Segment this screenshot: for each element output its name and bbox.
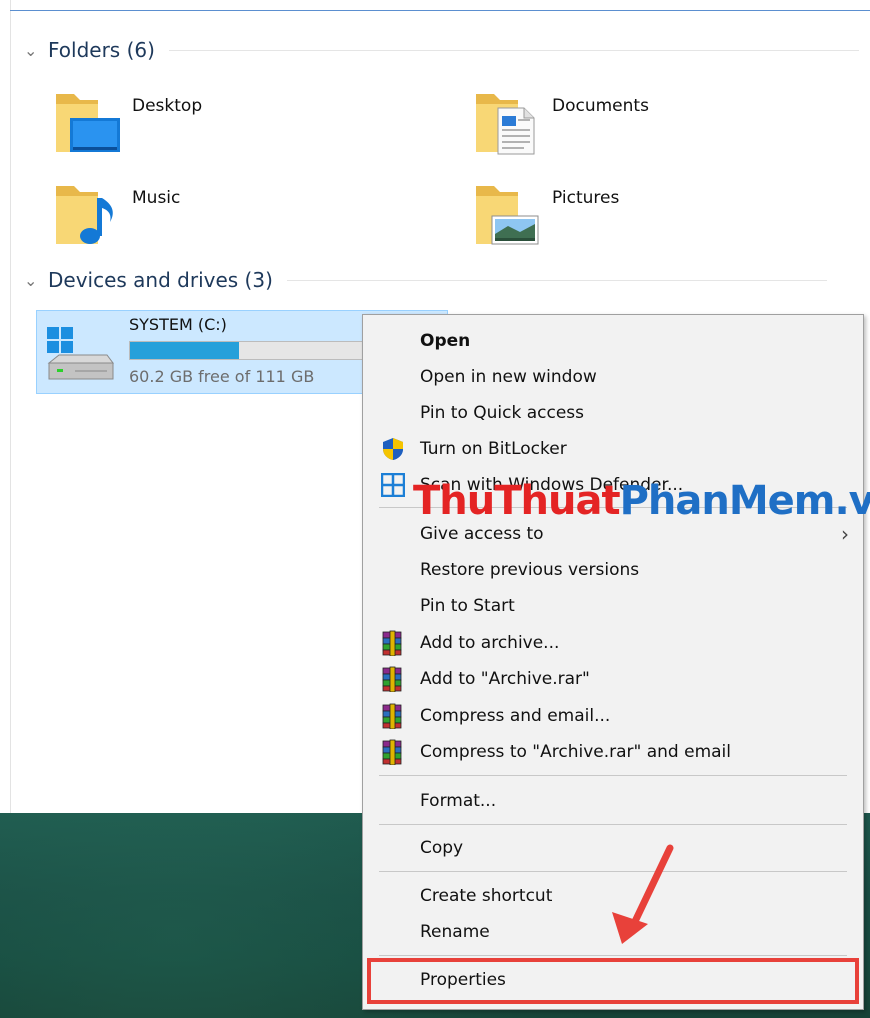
folder-name: Desktop bbox=[132, 96, 203, 116]
menu-separator bbox=[379, 775, 847, 776]
submenu-arrow-icon: › bbox=[841, 522, 849, 546]
pictures-folder-icon bbox=[476, 186, 539, 245]
menu-item-label: Rename bbox=[420, 922, 490, 942]
menu-item-open[interactable]: Open bbox=[363, 323, 863, 359]
folder-name: Documents bbox=[552, 96, 649, 116]
red-pointer-arrow-icon bbox=[612, 844, 674, 944]
menu-item-label: Compress to "Archive.rar" and email bbox=[420, 742, 732, 762]
folder-documents[interactable]: Documents bbox=[474, 90, 649, 156]
folder-pictures[interactable]: Pictures bbox=[474, 182, 619, 248]
folder-desktop[interactable]: Desktop bbox=[54, 90, 202, 156]
menu-item-format[interactable]: Format... bbox=[363, 783, 863, 819]
drive-free-space: 60.2 GB free of 111 GB bbox=[129, 367, 315, 386]
menu-item-compress-rar-email[interactable]: Compress to "Archive.rar" and email bbox=[363, 734, 863, 770]
winrar-icon bbox=[379, 629, 407, 657]
group-label: Folders (6) bbox=[48, 38, 155, 62]
menu-item-restore-versions[interactable]: Restore previous versions bbox=[363, 552, 863, 588]
folder-name: Music bbox=[132, 188, 181, 208]
chevron-down-icon: ⌄ bbox=[24, 40, 38, 60]
watermark-part-1: ThuThuat bbox=[413, 478, 621, 524]
drive-name: SYSTEM (C:) bbox=[129, 315, 227, 334]
menu-item-add-archive-rar[interactable]: Add to "Archive.rar" bbox=[363, 661, 863, 697]
menu-item-label: Create shortcut bbox=[420, 886, 553, 906]
watermark-logo: ThuThuatPhanMem.vn bbox=[413, 478, 870, 524]
menu-item-label: Add to archive... bbox=[420, 633, 560, 653]
menu-item-label: Compress and email... bbox=[420, 706, 611, 726]
menu-separator bbox=[379, 824, 847, 825]
group-divider bbox=[168, 49, 859, 51]
properties-highlight-box bbox=[367, 958, 859, 1004]
documents-folder-icon bbox=[476, 94, 535, 155]
winrar-icon bbox=[379, 702, 407, 730]
folder-name: Pictures bbox=[552, 188, 620, 208]
menu-item-label: Turn on BitLocker bbox=[420, 439, 567, 459]
folder-music[interactable]: Music bbox=[54, 182, 180, 248]
drive-usage-fill bbox=[130, 342, 239, 359]
menu-item-label: Pin to Start bbox=[420, 596, 515, 616]
menu-item-pin-start[interactable]: Pin to Start bbox=[363, 588, 863, 624]
watermark-part-2: PhanMem bbox=[619, 478, 836, 524]
menu-item-label: Pin to Quick access bbox=[420, 403, 585, 423]
group-divider bbox=[286, 279, 827, 281]
menu-item-label: Add to "Archive.rar" bbox=[420, 669, 590, 689]
pane-top-border bbox=[10, 10, 870, 11]
navigation-pane-edge bbox=[0, 0, 11, 813]
menu-item-label: Open in new window bbox=[420, 367, 597, 387]
menu-item-label: Give access to bbox=[420, 524, 544, 544]
hard-drive-icon bbox=[47, 327, 114, 380]
menu-item-label: Restore previous versions bbox=[420, 560, 640, 580]
winrar-icon bbox=[379, 738, 407, 766]
menu-item-bitlocker[interactable]: Turn on BitLocker bbox=[363, 431, 863, 467]
menu-item-add-archive[interactable]: Add to archive... bbox=[363, 625, 863, 661]
watermark-part-3: .vn bbox=[834, 478, 870, 524]
chevron-down-icon: ⌄ bbox=[24, 270, 38, 290]
desktop-folder-icon bbox=[56, 94, 120, 152]
menu-item-open-new-window[interactable]: Open in new window bbox=[363, 359, 863, 395]
defender-icon bbox=[379, 471, 407, 499]
drive-usage-bar bbox=[129, 341, 369, 360]
menu-item-label: Open bbox=[420, 331, 471, 351]
group-header-folders[interactable]: ⌄ Folders (6) bbox=[24, 38, 859, 62]
music-folder-icon bbox=[56, 186, 113, 244]
menu-item-compress-email[interactable]: Compress and email... bbox=[363, 698, 863, 734]
group-header-devices[interactable]: ⌄ Devices and drives (3) bbox=[24, 268, 827, 292]
winrar-icon bbox=[379, 665, 407, 693]
menu-item-label: Format... bbox=[420, 791, 497, 811]
menu-item-pin-quick-access[interactable]: Pin to Quick access bbox=[363, 395, 863, 431]
group-label: Devices and drives (3) bbox=[48, 268, 273, 292]
uac-shield-icon bbox=[379, 435, 407, 463]
menu-item-label: Copy bbox=[420, 838, 464, 858]
